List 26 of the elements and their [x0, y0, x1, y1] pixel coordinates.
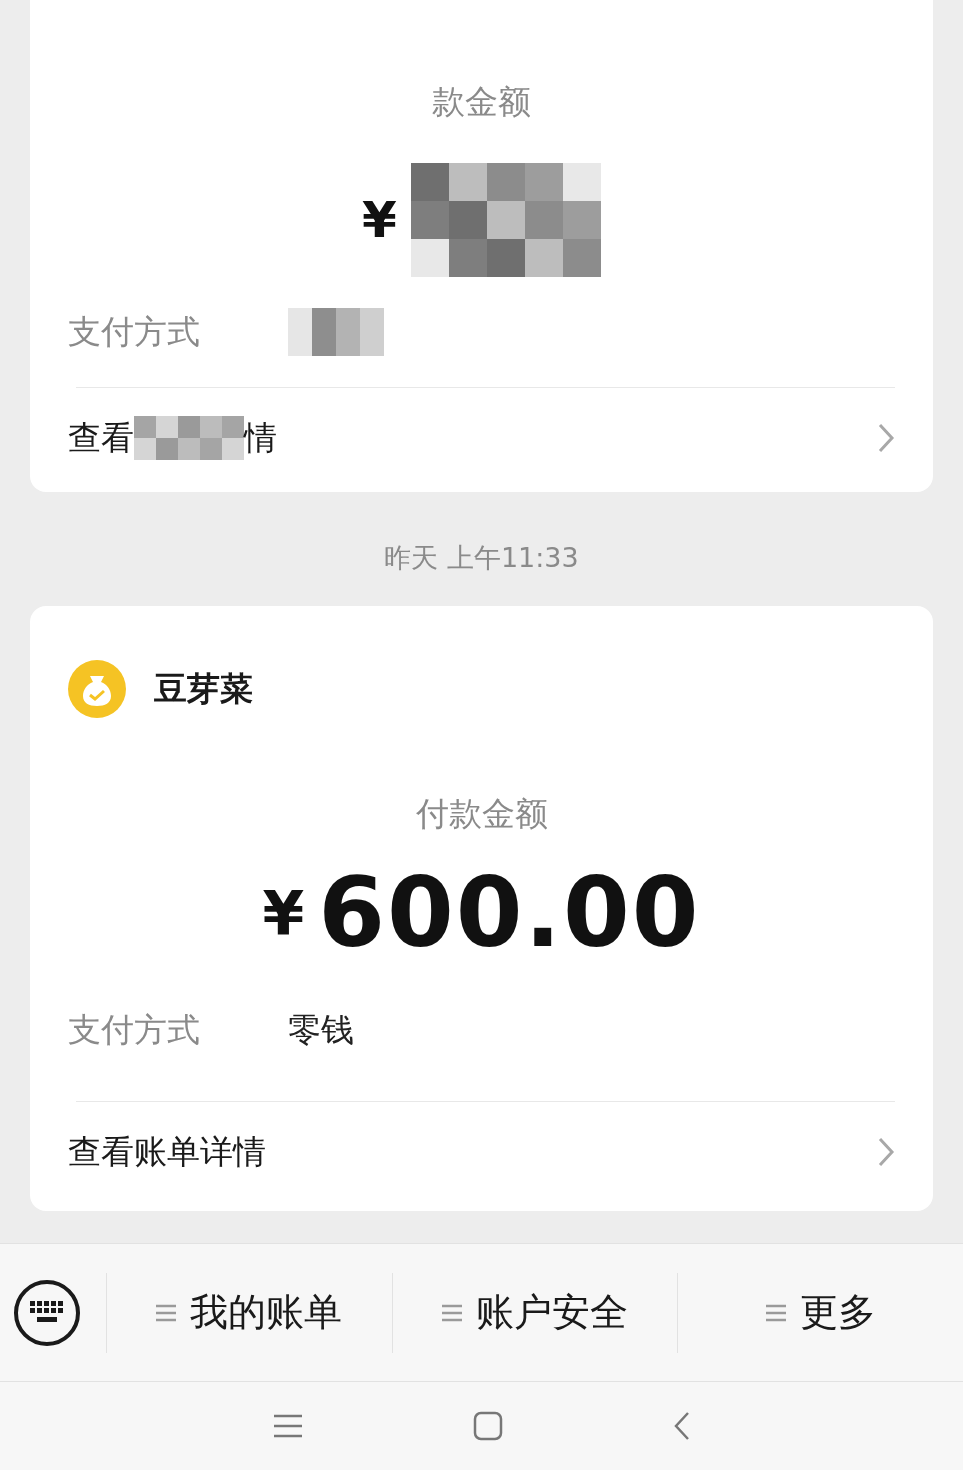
- keyboard-button[interactable]: [14, 1279, 80, 1346]
- menu-icon: [765, 1303, 786, 1322]
- currency-symbol: ¥: [362, 191, 397, 249]
- payment-method-label: 支付方式: [68, 310, 201, 353]
- bill-details-link[interactable]: 查看账单详情: [68, 1129, 266, 1175]
- menu-tab[interactable]: 更多: [677, 1272, 963, 1353]
- chevron-right-icon: [877, 422, 895, 454]
- money-bag-icon: [68, 660, 126, 718]
- payment-method-value: 零钱: [288, 1008, 354, 1051]
- currency-symbol: ¥: [262, 878, 305, 948]
- menu-tab[interactable]: 账户安全: [391, 1272, 678, 1353]
- timestamp: 昨天 上午11:33: [384, 541, 579, 575]
- chevron-right-icon: [877, 1136, 895, 1168]
- menu-icon: [156, 1303, 177, 1322]
- amount-label: 款金额: [432, 81, 531, 123]
- home-icon[interactable]: [472, 1411, 503, 1441]
- payment-amount: 600.00: [318, 857, 701, 969]
- merchant-name: 豆芽菜: [154, 667, 253, 710]
- details-link-text[interactable]: 情: [244, 415, 277, 461]
- menu-tab[interactable]: 我的账单: [106, 1272, 392, 1353]
- details-link-text[interactable]: 查看: [68, 415, 134, 461]
- payment-method-label: 支付方式: [68, 1008, 201, 1051]
- back-icon[interactable]: [672, 1411, 691, 1441]
- menu-icon[interactable]: [272, 1413, 303, 1439]
- menu-icon: [442, 1303, 462, 1322]
- amount-label: 付款金额: [415, 793, 548, 835]
